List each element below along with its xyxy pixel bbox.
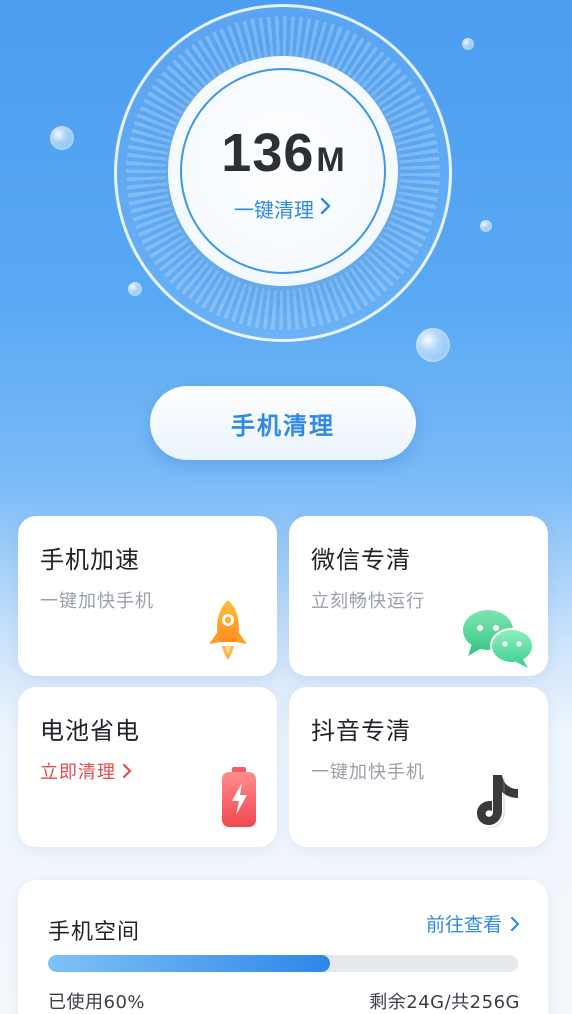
bubble-decoration <box>462 38 474 50</box>
feature-card-wechat-clean[interactable]: 微信专清 立刻畅快运行 <box>289 516 548 676</box>
storage-used-label: 已使用60% <box>48 992 146 1013</box>
one-tap-clean-label: 一键清理 <box>234 197 314 222</box>
battery-icon <box>219 765 259 829</box>
feature-card-title: 抖音专清 <box>311 717 411 745</box>
junk-size-unit: M <box>316 140 345 179</box>
junk-size: 136 M <box>221 122 344 184</box>
storage-progress-bar <box>48 955 518 972</box>
bubble-decoration <box>50 126 74 150</box>
storage-title: 手机空间 <box>48 920 141 945</box>
feature-card-battery-saver[interactable]: 电池省电 立即清理 <box>18 687 277 847</box>
bubble-decoration <box>480 220 492 232</box>
one-tap-clean-link[interactable]: 一键清理 <box>234 194 332 223</box>
storage-free-label: 剩余24G/共256G <box>369 992 520 1013</box>
chevron-right-icon <box>122 763 132 779</box>
junk-size-number: 136 <box>221 122 315 183</box>
clean-now-label: 立即清理 <box>40 762 116 783</box>
storage-progress-fill <box>48 955 330 972</box>
chevron-right-icon <box>510 916 520 932</box>
view-storage-link[interactable]: 前往查看 <box>426 910 520 937</box>
bubble-decoration <box>128 282 142 296</box>
storage-panel: 手机空间 前往查看 已使用60% 剩余24G/共256G <box>18 880 548 1014</box>
feature-card-douyin-clean[interactable]: 抖音专清 一键加快手机 <box>289 687 548 847</box>
dial-content: 136 M 一键清理 <box>180 68 386 274</box>
feature-card-title: 微信专清 <box>311 546 411 574</box>
feature-card-title: 电池省电 <box>40 717 140 745</box>
bubble-decoration <box>416 328 450 362</box>
feature-card-speed-up[interactable]: 手机加速 一键加快手机 <box>18 516 277 676</box>
rocket-icon <box>193 596 263 666</box>
feature-card-title: 手机加速 <box>40 546 140 574</box>
phone-clean-button[interactable]: 手机清理 <box>150 386 416 460</box>
tiktok-icon <box>472 771 528 833</box>
wechat-icon <box>460 604 536 670</box>
view-storage-label: 前往查看 <box>425 914 502 936</box>
chevron-right-icon <box>320 196 332 220</box>
